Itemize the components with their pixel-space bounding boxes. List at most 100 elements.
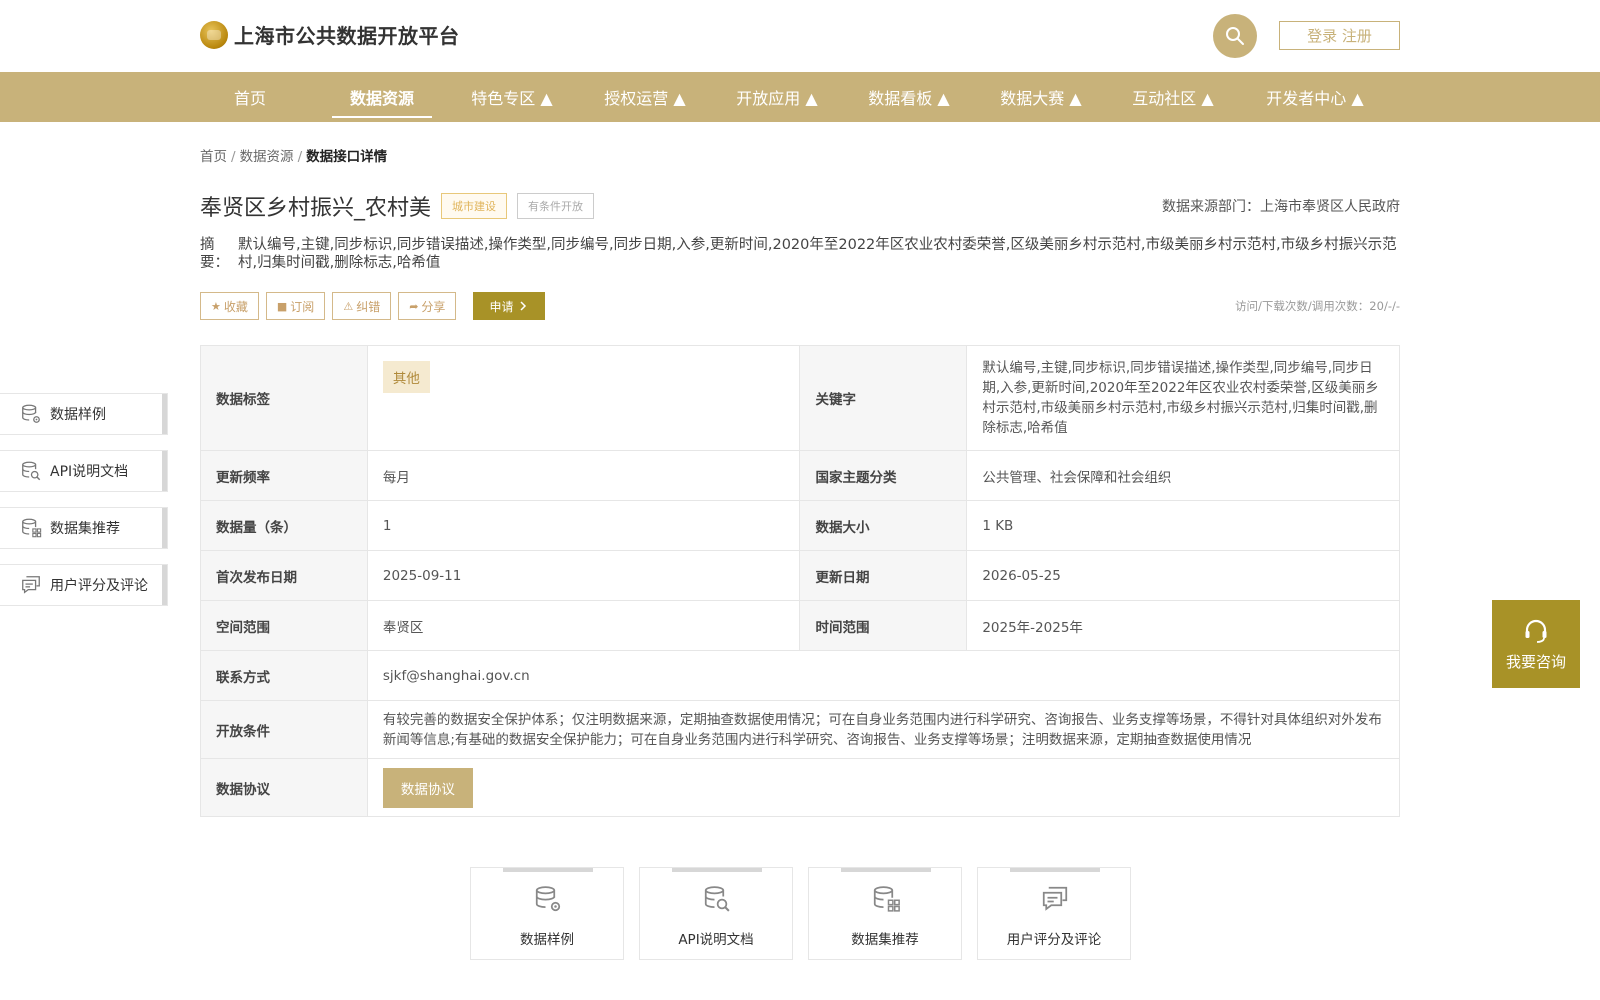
share-label: 分享 (421, 299, 446, 314)
nav-item-special-zone[interactable]: 特色专区 ▲ (462, 72, 562, 122)
breadcrumb-separator: / (231, 149, 236, 165)
table-row: 数据协议 数据协议 (200, 758, 1401, 817)
side-tab-api-docs[interactable]: API说明文档 (0, 450, 168, 492)
database-gear-icon (22, 404, 40, 423)
table-row: 开放条件 有较完善的数据安全保护体系；仅注明数据来源，定期抽查数据使用情况；可在… (200, 700, 1401, 759)
breadcrumb-data-resources[interactable]: 数据资源 (240, 149, 294, 165)
metadata-table: 数据标签 其他 关键字 默认编号,主键,同步标识,同步错误描述,操作类型,同步编… (200, 345, 1401, 817)
consult-button[interactable]: 我要咨询 (1492, 600, 1580, 688)
nav-item-data-resources[interactable]: 数据资源 (332, 72, 432, 122)
subscribe-label: 订阅 (290, 299, 315, 314)
nav-item-community[interactable]: 互动社区 ▲ (1123, 72, 1223, 122)
search-icon (1226, 27, 1244, 45)
side-tab-label: API说明文档 (50, 464, 129, 480)
update-date-label: 更新日期 (799, 550, 968, 601)
table-row: 更新频率 每月 国家主题分类 公共管理、社会保障和社会组织 (200, 450, 1400, 501)
nav-item-data-dashboard[interactable]: 数据看板 ▲ (859, 72, 959, 122)
search-button[interactable] (1213, 14, 1257, 58)
category-tag: 城市建设 (441, 193, 508, 219)
time-range-label: 时间范围 (799, 600, 968, 651)
apply-button[interactable]: 申请 (473, 292, 546, 320)
visit-stats: 访问/下载次数/调用次数：20/-/- (1235, 299, 1400, 313)
favorite-button[interactable]: ★ 收藏 (200, 292, 259, 320)
spatial-range-label: 空间范围 (200, 600, 368, 651)
side-tab-label: 数据集推荐 (50, 521, 120, 537)
contact-label: 联系方式 (200, 650, 368, 701)
breadcrumb-home[interactable]: 首页 (200, 149, 227, 165)
spatial-range-value: 奉贤区 (366, 600, 801, 651)
update-date-value: 2026-05-25 (966, 550, 1400, 601)
breadcrumb-separator: / (297, 149, 303, 165)
card-dataset-recommend[interactable]: 数据集推荐 (808, 867, 962, 960)
dataset-title-row: 奉贤区乡村振兴_农村美 城市建设 有条件开放 (200, 190, 595, 222)
main-nav: 首页 数据资源 特色专区 ▲ 授权运营 ▲ 开放应用 ▲ 数据看板 ▲ 数据大赛… (0, 72, 1600, 122)
chevron-right-icon (520, 301, 527, 311)
national-theme-value: 公共管理、社会保障和社会组织 (966, 450, 1400, 501)
site-title: 上海市公共数据开放平台 (234, 24, 460, 48)
subscribe-button[interactable]: ■ 订阅 (265, 292, 326, 320)
card-api-docs[interactable]: API说明文档 (639, 867, 793, 960)
update-frequency-label: 更新频率 (200, 450, 368, 501)
nav-item-open-apps[interactable]: 开放应用 ▲ (727, 72, 827, 122)
bookmark-icon: ■ (276, 299, 288, 313)
side-tab-dataset-recommend[interactable]: 数据集推荐 (0, 507, 168, 549)
headset-icon (1525, 619, 1547, 643)
agreement-cell: 数据协议 (366, 758, 1401, 817)
page-title: 奉贤区乡村振兴_农村美 (200, 196, 432, 221)
site-logo[interactable]: 上海市公共数据开放平台 (200, 20, 460, 49)
update-frequency-value: 每月 (366, 450, 801, 501)
comment-icon (1042, 886, 1068, 911)
open-conditions-label: 开放条件 (200, 700, 368, 759)
summary-label: 摘 要： (200, 237, 229, 271)
card-label: API说明文档 (678, 932, 754, 948)
share-icon: ➦ (409, 299, 419, 313)
card-ratings-comments[interactable]: 用户评分及评论 (977, 867, 1131, 960)
open-conditions-value: 有较完善的数据安全保护体系；仅注明数据来源，定期抽查数据使用情况；可在自身业务范… (366, 700, 1401, 759)
database-search-icon (704, 886, 730, 912)
summary-text: 默认编号,主键,同步标识,同步错误描述,操作类型,同步编号,同步日期,入参,更新… (238, 237, 1397, 271)
data-tag-label: 数据标签 (200, 345, 368, 451)
card-label: 用户评分及评论 (1006, 932, 1102, 948)
breadcrumb-current: 数据接口详情 (306, 149, 388, 165)
side-tab-label: 用户评分及评论 (50, 578, 148, 594)
login-register-button[interactable]: 登录 注册 (1279, 21, 1400, 50)
database-gear-icon (535, 886, 561, 912)
open-type-tag: 有条件开放 (517, 193, 595, 219)
data-size-value: 1 KB (966, 500, 1400, 551)
logo-emblem-icon (200, 20, 228, 49)
first-publish-label: 首次发布日期 (200, 550, 368, 601)
top-header: 上海市公共数据开放平台 登录 注册 (0, 0, 1600, 72)
share-button[interactable]: ➦ 分享 (398, 292, 457, 320)
side-tab-data-sample[interactable]: 数据样例 (0, 393, 168, 435)
data-tag-value: 其他 (382, 361, 430, 393)
database-search-icon (22, 461, 41, 481)
warning-icon: ⚠ (343, 299, 354, 313)
keywords-label: 关键字 (799, 345, 968, 451)
nav-item-developer[interactable]: 开发者中心 ▲ (1255, 72, 1375, 122)
card-data-sample[interactable]: 数据样例 (470, 867, 624, 960)
keywords-value: 默认编号,主键,同步标识,同步错误描述,操作类型,同步编号,同步日期,入参,更新… (966, 345, 1400, 451)
table-row: 首次发布日期 2025-09-11 更新日期 2026-05-25 (200, 550, 1400, 601)
report-error-button[interactable]: ⚠ 纠错 (332, 292, 392, 320)
data-agreement-button[interactable]: 数据协议 (382, 767, 473, 808)
favorite-label: 收藏 (223, 299, 248, 314)
card-label: 数据样例 (520, 932, 574, 948)
nav-item-home[interactable]: 首页 (218, 72, 282, 122)
agreement-label: 数据协议 (200, 758, 368, 817)
star-icon: ★ (211, 299, 221, 313)
nav-item-data-contest[interactable]: 数据大赛 ▲ (991, 72, 1091, 122)
national-theme-label: 国家主题分类 (799, 450, 968, 501)
nav-item-authorized-ops[interactable]: 授权运营 ▲ (595, 72, 695, 122)
report-label: 纠错 (356, 299, 381, 314)
side-tab-label: 数据样例 (50, 407, 106, 423)
contact-value[interactable]: sjkf@shanghai.gov.cn (366, 650, 1401, 701)
card-label: 数据集推荐 (851, 932, 919, 948)
side-tab-ratings-comments[interactable]: 用户评分及评论 (0, 564, 168, 606)
action-bar: ★ 收藏 ■ 订阅 ⚠ 纠错 ➦ 分享 申请 (200, 292, 546, 320)
time-range-value: 2025年-2025年 (966, 600, 1400, 651)
table-row: 数据标签 其他 关键字 默认编号,主键,同步标识,同步错误描述,操作类型,同步编… (200, 345, 1400, 451)
first-publish-value: 2025-09-11 (366, 550, 801, 601)
dataset-summary: 摘 要： 默认编号,主键,同步标识,同步错误描述,操作类型,同步编号,同步日期,… (200, 236, 1400, 272)
table-row: 联系方式 sjkf@shanghai.gov.cn (200, 650, 1401, 701)
table-row: 空间范围 奉贤区 时间范围 2025年-2025年 (200, 600, 1400, 651)
